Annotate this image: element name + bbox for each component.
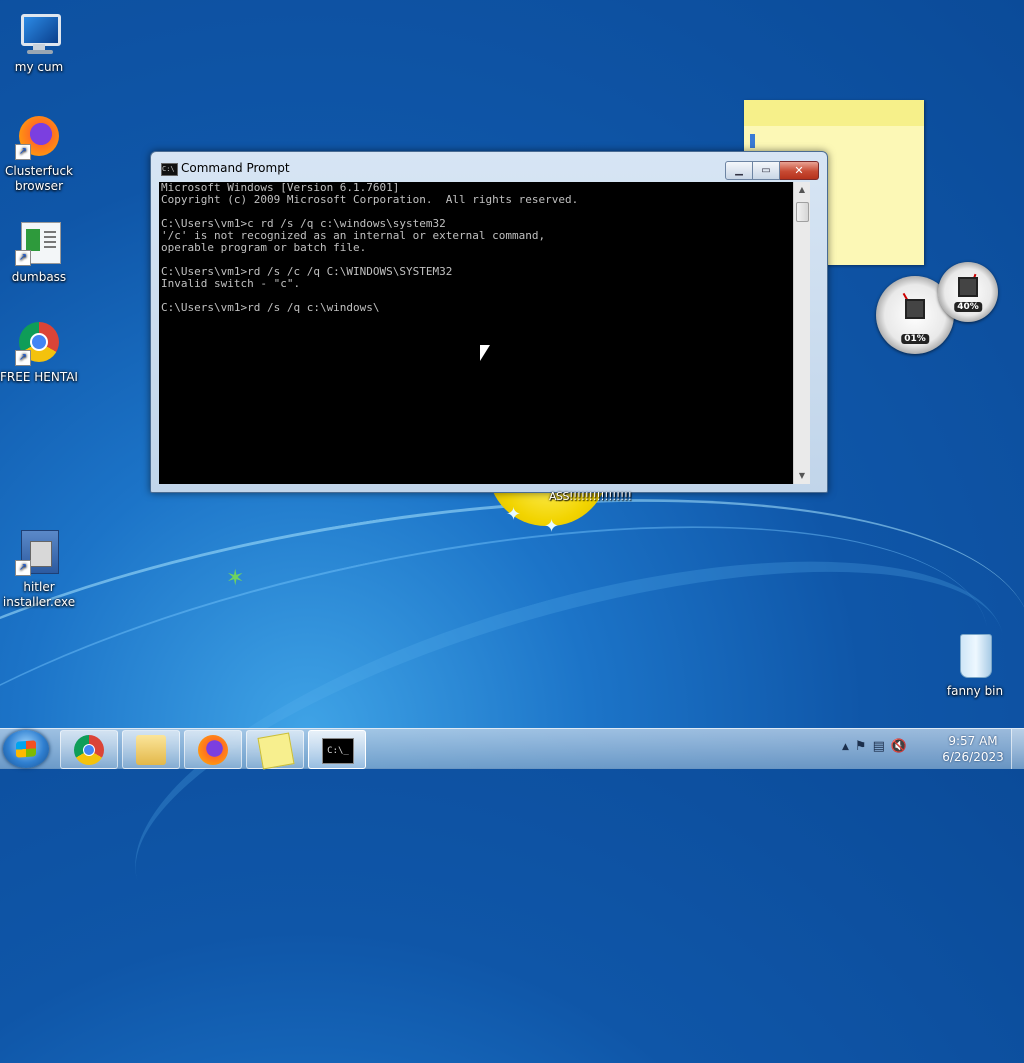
minimize-icon: ▁ bbox=[735, 165, 743, 176]
console-line: Copyright (c) 2009 Microsoft Corporation… bbox=[161, 193, 579, 206]
firefox-icon: ↗ bbox=[15, 112, 63, 160]
wallpaper-label: ASS!!!!!!!!!!!!!!!! bbox=[549, 490, 632, 503]
window-title-bar[interactable]: C:\ Command Prompt ▁ ▭ ✕ bbox=[151, 152, 827, 182]
memory-percent: 40% bbox=[954, 302, 982, 312]
folder-icon bbox=[136, 735, 166, 765]
desktop-icon-computer[interactable]: my cum bbox=[0, 8, 78, 75]
installer-icon: ↗ bbox=[15, 528, 63, 576]
window-controls: ▁ ▭ ✕ bbox=[725, 161, 819, 180]
shortcut-arrow-icon: ↗ bbox=[15, 250, 31, 266]
command-prompt-window[interactable]: C:\ Command Prompt ▁ ▭ ✕ Microsoft Windo… bbox=[150, 151, 828, 493]
start-button[interactable] bbox=[3, 730, 49, 768]
shortcut-arrow-icon: ↗ bbox=[15, 350, 31, 366]
scroll-down-icon[interactable]: ▼ bbox=[794, 468, 810, 484]
maximize-icon: ▭ bbox=[761, 165, 771, 176]
taskbar-app-sticky-notes[interactable] bbox=[246, 730, 304, 770]
desktop-icon-dumbass[interactable]: ↗ dumbass bbox=[0, 218, 78, 285]
recycle-bin-icon bbox=[951, 632, 999, 680]
memory-chip-icon bbox=[958, 277, 978, 298]
desktop-icon-label: hitler installer.exe bbox=[2, 580, 76, 609]
clock-time: 9:57 AM bbox=[948, 734, 998, 748]
shortcut-arrow-icon: ↗ bbox=[15, 144, 31, 160]
sparkle-icon: ✦ bbox=[544, 516, 560, 537]
shortcut-arrow-icon: ↗ bbox=[15, 560, 31, 576]
document-icon: ↗ bbox=[15, 218, 63, 266]
console-line: Invalid switch - "c". bbox=[161, 277, 301, 290]
cpu-chip-icon bbox=[905, 298, 925, 319]
computer-icon bbox=[15, 8, 63, 56]
leaf-icon: ✶ bbox=[226, 566, 245, 591]
show-hidden-icons-icon[interactable]: ▲ bbox=[842, 742, 849, 752]
taskbar-clock[interactable]: 9:57 AM 6/26/2023 bbox=[938, 733, 1008, 765]
desktop-icon-fanny-bin[interactable]: fanny bin bbox=[936, 632, 1014, 699]
show-desktop-button[interactable] bbox=[1011, 729, 1024, 769]
desktop-icon-label: Clusterfuck browser bbox=[5, 164, 73, 193]
action-center-flag-icon[interactable]: ⚑ bbox=[855, 739, 867, 754]
volume-muted-icon[interactable]: 🔇 bbox=[891, 739, 907, 754]
text-caret bbox=[750, 134, 755, 148]
cmd-icon: C:\ bbox=[161, 163, 178, 176]
console-text: Microsoft Windows [Version 6.1.7601] Copy… bbox=[161, 182, 578, 314]
minimize-button[interactable]: ▁ bbox=[725, 161, 753, 180]
taskbar-app-command-prompt[interactable]: C:\_ bbox=[308, 730, 366, 769]
console-line: operable program or batch file. bbox=[161, 241, 367, 254]
taskbar-app-firefox[interactable] bbox=[184, 730, 242, 769]
sparkle-icon: ✦ bbox=[506, 504, 522, 525]
taskbar-app-explorer[interactable] bbox=[122, 730, 180, 769]
memory-gauge[interactable]: 40% bbox=[938, 262, 998, 322]
close-button[interactable]: ✕ bbox=[780, 161, 819, 180]
desktop-icon-label: FREE HENTAI bbox=[0, 370, 78, 384]
network-icon[interactable]: ▤ bbox=[873, 739, 885, 754]
vertical-scrollbar[interactable]: ▲ ▼ bbox=[793, 182, 810, 484]
chrome-icon bbox=[74, 735, 104, 765]
desktop-icon-free-hentai[interactable]: ↗ FREE HENTAI bbox=[0, 318, 78, 385]
window-title: Command Prompt bbox=[181, 161, 290, 175]
cpu-percent: 01% bbox=[901, 334, 929, 344]
sticky-notes-icon bbox=[257, 732, 295, 770]
taskbar: C:\_ ▲ ⚑ ▤ 🔇 9:57 AM 6/26/2023 bbox=[0, 728, 1024, 770]
mouse-pointer-icon bbox=[480, 345, 490, 361]
taskbar-app-chrome[interactable] bbox=[60, 730, 118, 769]
scrollbar-thumb[interactable] bbox=[796, 202, 809, 222]
clock-date: 6/26/2023 bbox=[942, 750, 1004, 764]
maximize-button[interactable]: ▭ bbox=[753, 161, 780, 180]
scroll-up-icon[interactable]: ▲ bbox=[794, 182, 810, 198]
desktop-icon-label: dumbass bbox=[11, 270, 67, 284]
console-line: C:\Users\vm1>rd /s /q c:\windows\ bbox=[161, 301, 380, 314]
system-tray: ▲ ⚑ ▤ 🔇 bbox=[842, 739, 907, 754]
desktop-icon-label: my cum bbox=[14, 60, 64, 74]
close-icon: ✕ bbox=[794, 164, 804, 177]
firefox-icon bbox=[198, 735, 228, 765]
console-output[interactable]: Microsoft Windows [Version 6.1.7601] Copy… bbox=[159, 182, 809, 484]
desktop-icon-clusterfuck-browser[interactable]: ↗ Clusterfuck browser bbox=[0, 112, 78, 194]
sticky-note-header[interactable] bbox=[744, 100, 924, 126]
chrome-icon: ↗ bbox=[15, 318, 63, 366]
cmd-icon: C:\_ bbox=[322, 738, 354, 764]
desktop-icon-label: fanny bin bbox=[946, 684, 1004, 698]
windows-logo-icon bbox=[16, 740, 36, 758]
desktop-icon-hitler-installer[interactable]: ↗ hitler installer.exe bbox=[0, 528, 78, 610]
